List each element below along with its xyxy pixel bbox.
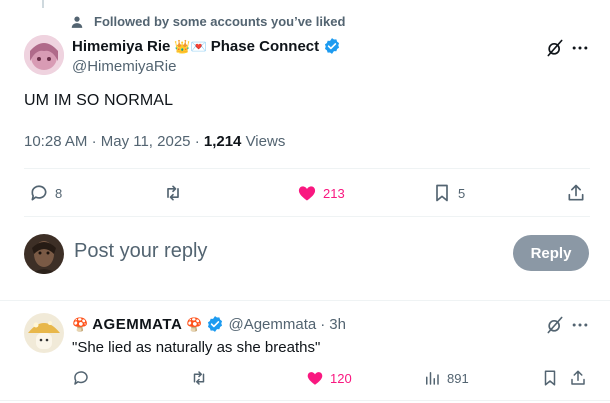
name-emojis: 👑💌	[174, 38, 207, 54]
analytics-icon	[426, 372, 439, 385]
verified-badge-icon[interactable]	[323, 37, 341, 55]
reply-author-name[interactable]: AGEMMATA	[92, 316, 182, 333]
author-avatar[interactable]	[24, 35, 64, 75]
mushroom-emoji: 🍄	[72, 316, 89, 332]
reply-share-action[interactable]	[569, 369, 587, 387]
reply-input[interactable]: Post your reply	[74, 240, 207, 263]
grok-icon	[547, 39, 563, 57]
share-icon	[568, 184, 584, 201]
reply-button[interactable]: Reply	[513, 235, 589, 271]
social-context-text: Followed by some accounts you’ve liked	[94, 14, 346, 29]
tweet-text: UM IM SO NORMAL	[24, 92, 174, 109]
meta-separator: ·	[91, 133, 97, 150]
tweet-date[interactable]: May 11, 2025	[101, 133, 191, 150]
like-count: 213	[323, 185, 345, 201]
like-action[interactable]: 213	[297, 183, 345, 203]
reply-like-count: 120	[330, 370, 352, 386]
reply-meta-separator: ·	[320, 315, 326, 333]
author-name-row[interactable]: Himemiya Rie 👑💌 Phase Connect	[72, 37, 341, 55]
more-horizontal-icon	[572, 323, 588, 327]
divider	[24, 168, 590, 169]
thread-connector	[42, 0, 44, 8]
more-options-button[interactable]	[570, 38, 590, 63]
reply-text: "She lied as naturally as she breaths"	[72, 339, 321, 356]
reply-more-options-button[interactable]	[570, 315, 590, 340]
reply-icon	[74, 371, 88, 385]
reply-author-avatar[interactable]	[24, 313, 64, 353]
author-affiliation: Phase Connect	[210, 37, 320, 55]
divider	[24, 216, 590, 217]
views-count: 1,214	[203, 133, 242, 150]
meta-separator: ·	[194, 133, 200, 150]
divider	[0, 300, 610, 301]
reply-bookmark-action[interactable]	[541, 369, 559, 387]
reply-age[interactable]: 3h	[329, 316, 346, 333]
reply-grok-button[interactable]	[545, 315, 565, 340]
grok-icon	[547, 316, 563, 334]
views-label: Views	[245, 133, 286, 150]
repost-icon	[167, 185, 179, 201]
mushroom-emoji: 🍄	[186, 316, 203, 332]
bookmark-icon	[544, 370, 556, 386]
reply-repost-action[interactable]	[190, 369, 214, 387]
reply-views-count: 891	[447, 370, 469, 386]
reply-like-action[interactable]: 120	[306, 369, 352, 387]
heart-filled-icon	[298, 186, 316, 201]
person-icon	[71, 15, 83, 28]
heart-filled-icon	[307, 372, 323, 385]
repost-action[interactable]	[163, 183, 189, 203]
reply-count: 8	[55, 185, 63, 201]
bookmark-count: 5	[458, 185, 466, 201]
reply-icon	[31, 185, 47, 201]
repost-icon	[193, 371, 205, 385]
tweet-time[interactable]: 10:28 AM	[24, 133, 87, 150]
reply-action[interactable]: 8	[29, 183, 62, 203]
share-icon	[571, 370, 585, 385]
share-action[interactable]	[566, 183, 586, 203]
reply-views-action[interactable]: 891	[423, 369, 469, 387]
author-name[interactable]: Himemiya Rie	[72, 38, 170, 55]
bookmark-icon	[436, 184, 448, 202]
bookmark-action[interactable]: 5	[432, 183, 465, 203]
reply-author-name-row[interactable]: 🍄 AGEMMATA 🍄 @Agemmata · 3h	[72, 315, 346, 333]
reply-reply-action[interactable]	[72, 369, 96, 387]
author-handle[interactable]: @HimemiyaRie	[72, 58, 176, 75]
grok-button[interactable]	[545, 38, 565, 63]
divider	[0, 400, 610, 401]
current-user-avatar[interactable]	[24, 234, 64, 274]
verified-badge-icon[interactable]	[206, 315, 224, 333]
reply-author-handle[interactable]: @Agemmata	[228, 316, 316, 333]
tweet-meta: 10:28 AM · May 11, 2025 · 1,214 Views	[24, 133, 285, 150]
social-context: Followed by some accounts you’ve liked	[70, 14, 345, 29]
more-horizontal-icon	[572, 46, 588, 50]
